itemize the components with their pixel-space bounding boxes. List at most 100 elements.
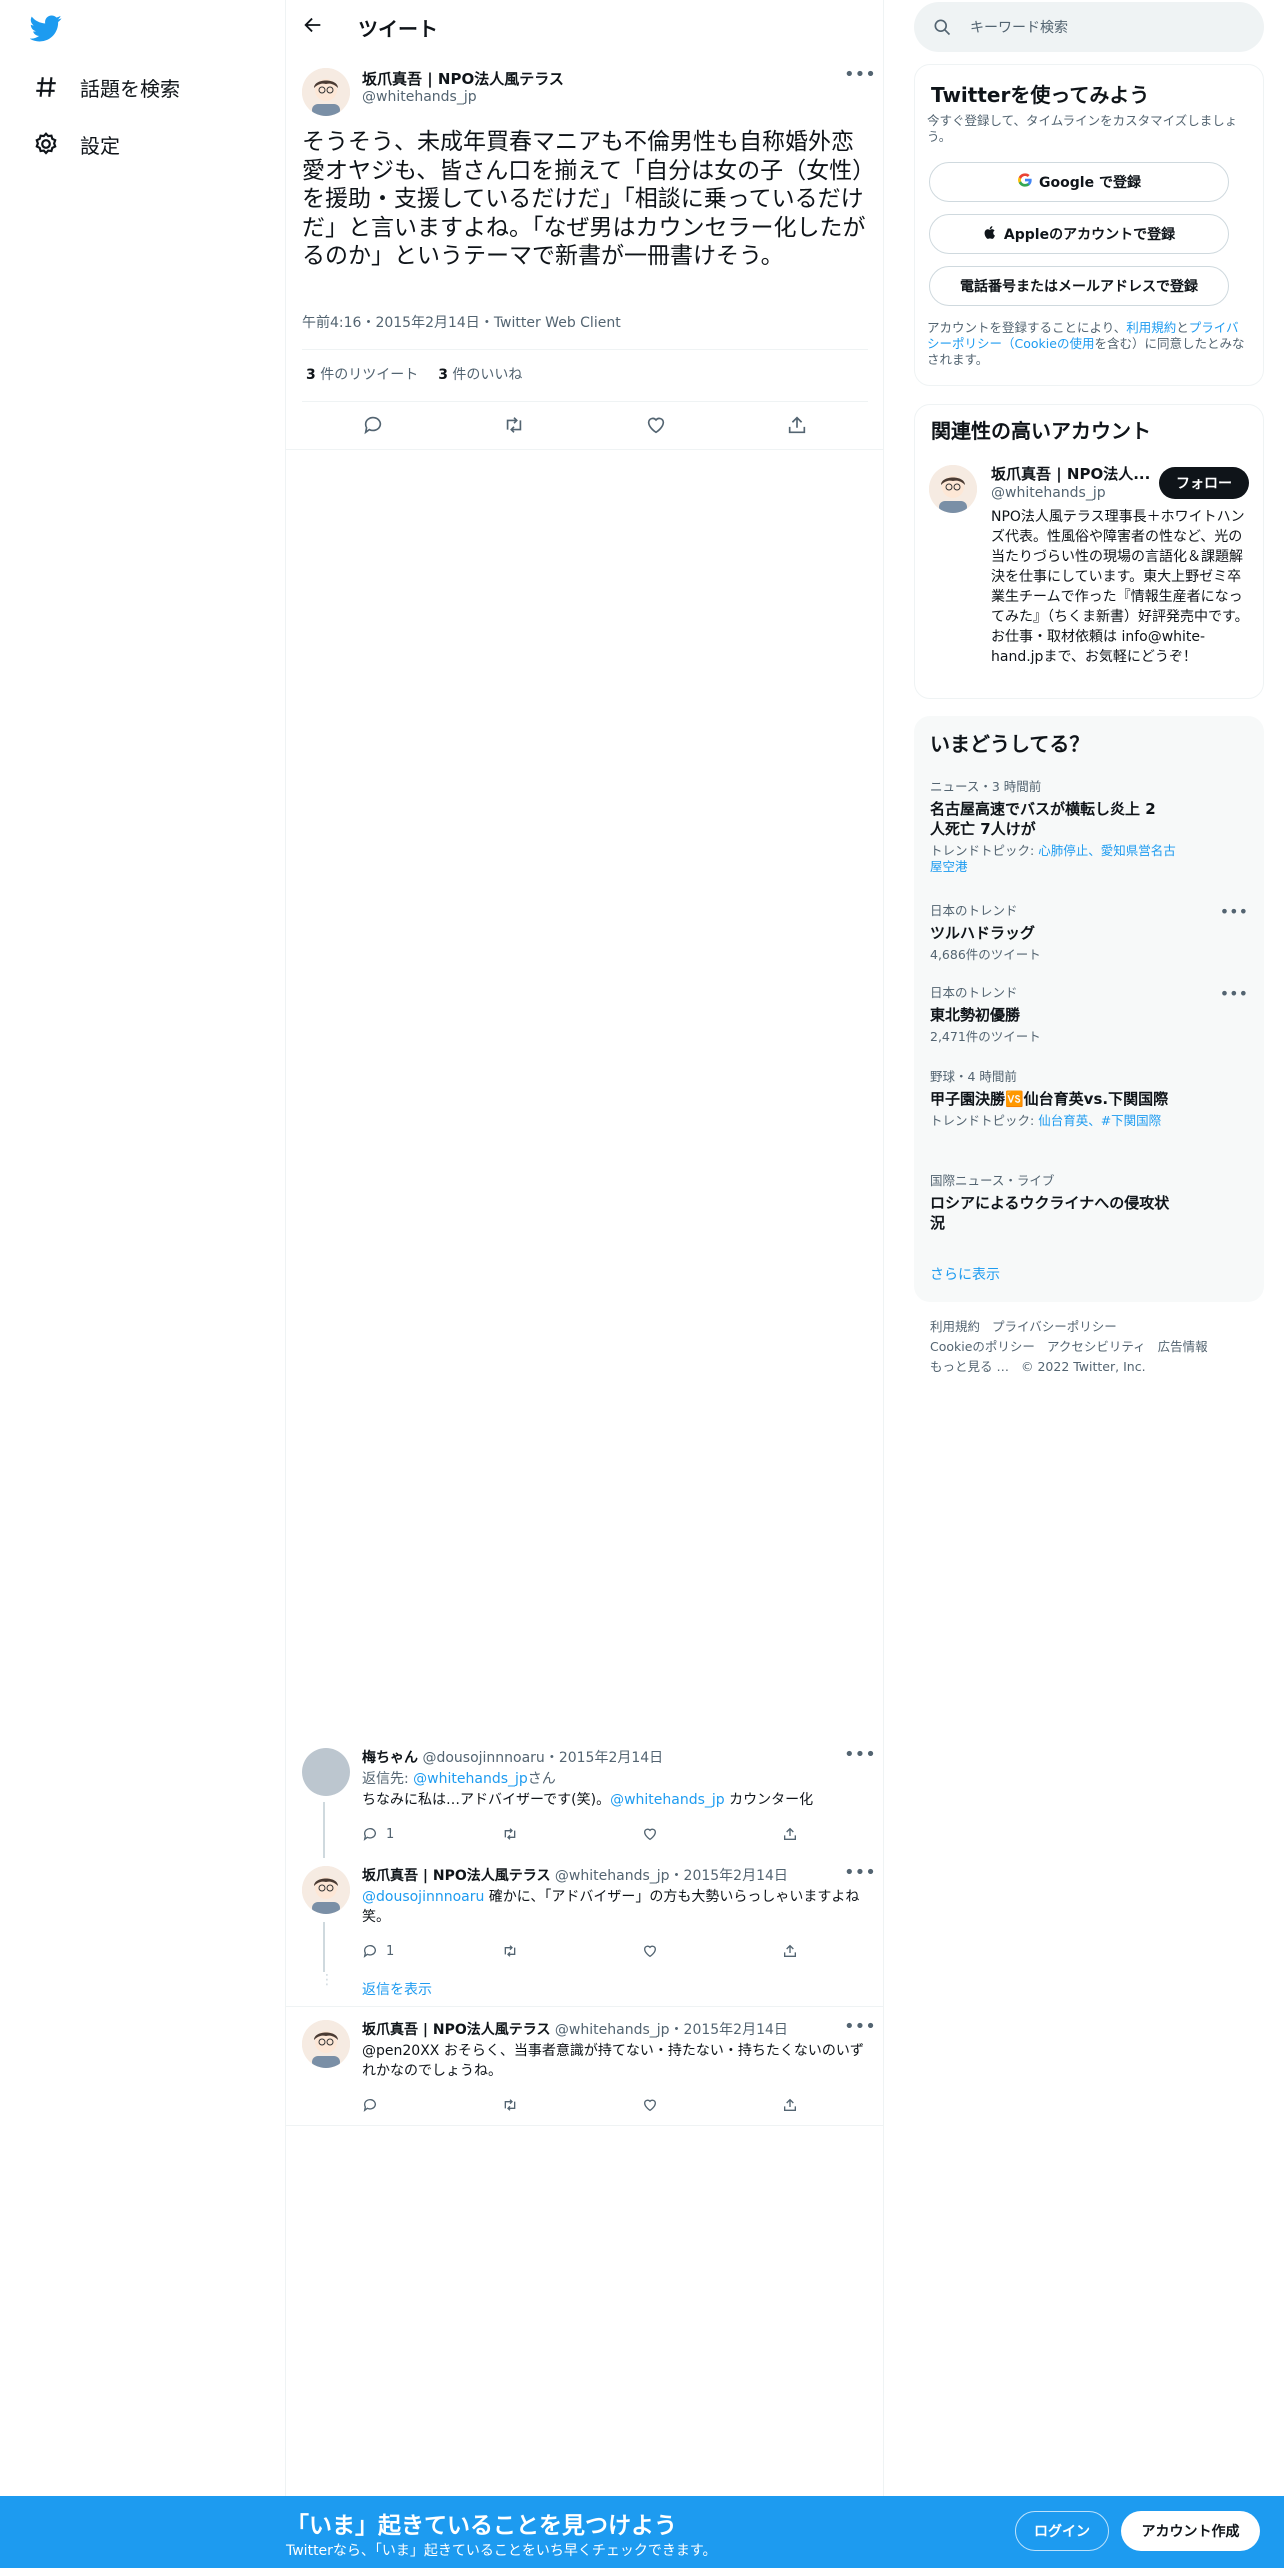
cookie-link[interactable]: （Cookieの使用	[1002, 336, 1094, 351]
tweet-date[interactable]: 2015年2月14日	[375, 315, 479, 331]
footer-more[interactable]: もっと見る …	[930, 1359, 1009, 1374]
bottom-bar-title: 「いま」起きていることを見つけよう	[286, 2513, 677, 2539]
terms-link[interactable]: 利用規約	[1126, 320, 1176, 335]
reply-author-handle[interactable]: @whitehands_jp	[555, 2022, 670, 2038]
avatar[interactable]	[929, 465, 977, 513]
retweet-icon[interactable]	[502, 1939, 582, 1963]
nav-settings[interactable]: 設定	[30, 124, 120, 164]
avatar[interactable]	[302, 68, 350, 116]
more-icon[interactable]: •••	[844, 2018, 876, 2042]
more-icon[interactable]: •••	[844, 1746, 876, 1770]
share-icon[interactable]	[782, 2093, 802, 2117]
reply-author-name[interactable]: 梅ちゃん	[362, 1750, 418, 1766]
divider	[286, 449, 884, 450]
login-button[interactable]: ログイン	[1015, 2511, 1109, 2551]
show-more-link[interactable]: さらに表示	[930, 1264, 1000, 1284]
follow-button[interactable]: フォロー	[1159, 467, 1249, 499]
reply-to-mention[interactable]: @whitehands_jp	[413, 1771, 528, 1787]
google-icon	[1017, 172, 1033, 192]
apple-signup-button[interactable]: Appleのアカウントで登録	[929, 214, 1229, 254]
more-icon[interactable]: •••	[844, 1864, 876, 1888]
retweet-icon[interactable]	[502, 2093, 582, 2117]
back-arrow-icon[interactable]	[302, 14, 326, 38]
reply-date[interactable]: 2015年2月14日	[684, 1868, 788, 1884]
share-icon[interactable]	[782, 1939, 802, 1963]
like-stat[interactable]: 3 件のいいね	[438, 364, 522, 384]
like-icon[interactable]	[642, 1822, 722, 1846]
tweet-author-handle[interactable]: @whitehands_jp	[362, 89, 477, 105]
show-replies-link[interactable]: 返信を表示	[362, 1979, 432, 1999]
signup-button[interactable]: アカウント作成	[1121, 2511, 1260, 2551]
phone-signup-button[interactable]: 電話番号またはメールアドレスで登録	[929, 266, 1229, 306]
main-column: ツイート 坂爪真吾 | NPO法人風テラス @whitehands_jp •••…	[286, 0, 884, 2496]
like-icon[interactable]	[642, 2093, 722, 2117]
trend-item[interactable]: 日本のトレンド ツルハドラッグ 4,686件のツイート •••	[930, 900, 1250, 963]
reply-header: 坂爪真吾 | NPO法人風テラス @whitehands_jp・2015年2月1…	[362, 2022, 788, 2038]
page-header: ツイート	[286, 0, 884, 53]
footer-ads[interactable]: 広告情報	[1158, 1339, 1208, 1354]
hashtag-icon	[30, 71, 62, 103]
reply-button[interactable]: 1	[362, 1939, 442, 1963]
footer-cookie[interactable]: Cookieのポリシー	[930, 1339, 1035, 1354]
trend-item[interactable]: 日本のトレンド 東北勢初優勝 2,471件のツイート •••	[930, 982, 1250, 1045]
thread-dots: ⋮	[320, 1972, 334, 1988]
trend-item[interactable]: 野球・4 時間前 甲子園決勝🆚仙台育英vs.下関国際 トレンドトピック: 仙台育…	[930, 1066, 1250, 1129]
google-signup-button[interactable]: Google で登録	[929, 162, 1229, 202]
share-icon[interactable]	[784, 412, 810, 438]
gear-icon	[30, 128, 62, 160]
share-icon[interactable]	[782, 1822, 802, 1846]
nav-explore-label: 話題を検索	[80, 76, 180, 101]
avatar[interactable]	[302, 1748, 350, 1796]
footer-accessibility[interactable]: アクセシビリティ	[1047, 1339, 1146, 1354]
reply-author-handle[interactable]: @whitehands_jp	[555, 1868, 670, 1884]
avatar[interactable]	[302, 1866, 350, 1914]
footer-privacy[interactable]: プライバシーポリシー	[992, 1319, 1117, 1334]
twitter-logo-icon[interactable]	[29, 12, 66, 48]
footer-terms[interactable]: 利用規約	[930, 1319, 980, 1334]
tweet-client[interactable]: Twitter Web Client	[494, 315, 621, 331]
signup-legal-text: アカウントを登録することにより、利用規約とプライバシーポリシー（Cookieの使…	[927, 320, 1245, 367]
tweet-meta: 午前4:16・2015年2月14日・Twitter Web Client	[302, 315, 621, 331]
more-icon[interactable]: •••	[1220, 984, 1248, 1003]
signup-card-title: Twitterを使ってみよう	[931, 83, 1150, 107]
reply-button[interactable]: 1	[362, 1822, 442, 1846]
reply-date[interactable]: 2015年2月14日	[559, 1750, 663, 1766]
footer-copyright: © 2022 Twitter, Inc.	[1020, 1359, 1146, 1374]
more-icon[interactable]: •••	[1220, 902, 1248, 921]
phone-signup-label: 電話番号またはメールアドレスで登録	[960, 279, 1198, 295]
reply-button[interactable]	[362, 2093, 442, 2117]
retweet-icon[interactable]	[501, 412, 527, 438]
google-signup-label: Google で登録	[1039, 175, 1141, 191]
like-icon[interactable]	[643, 412, 669, 438]
mention-link[interactable]: @whitehands_jp	[610, 1792, 725, 1808]
search-input[interactable]: キーワード検索	[914, 2, 1264, 52]
reply-icon[interactable]	[360, 412, 386, 438]
tweet-stats: 3 件のリツイート 3 件のいいね	[306, 364, 522, 384]
tweet-time[interactable]: 午前4:16	[302, 315, 361, 331]
reply-text: @pen20XX おそらく、当事者意識が持てない・持たない・持ちたくないのいずれ…	[362, 2043, 864, 2079]
signup-card: Twitterを使ってみよう 今すぐ登録して、タイムラインをカスタマイズしましょ…	[914, 64, 1264, 386]
reply-actions: 1	[362, 1939, 802, 1963]
reply-author-name[interactable]: 坂爪真吾 | NPO法人風テラス	[362, 1868, 550, 1884]
reply-author-name[interactable]: 坂爪真吾 | NPO法人風テラス	[362, 2022, 550, 2038]
thread-line	[323, 1922, 325, 1972]
retweet-stat[interactable]: 3 件のリツイート	[306, 364, 418, 384]
trend-topics[interactable]: 仙台育英、#下関国際	[1038, 1113, 1161, 1128]
like-icon[interactable]	[642, 1939, 722, 1963]
trends-card-title: いまどうしてる？	[930, 732, 1090, 756]
avatar[interactable]	[302, 2020, 350, 2068]
related-card-title: 関連性の高いアカウント	[931, 419, 1151, 443]
trend-item[interactable]: ニュース・3 時間前 名古屋高速でバスが横転し炎上 2人死亡 7人けが トレンド…	[930, 776, 1250, 875]
related-accounts-card: 関連性の高いアカウント 坂爪真吾 | NPO法人... @whitehands_…	[914, 404, 1264, 699]
nav-explore[interactable]: 話題を検索	[30, 67, 180, 107]
more-icon[interactable]: •••	[844, 66, 876, 90]
related-account-name[interactable]: 坂爪真吾 | NPO法人...	[991, 463, 1150, 484]
related-account-handle[interactable]: @whitehands_jp	[991, 485, 1106, 501]
tweet-author-name[interactable]: 坂爪真吾 | NPO法人風テラス	[362, 68, 564, 89]
reply-author-handle[interactable]: @dousojinnnoaru	[422, 1750, 544, 1766]
mention-link[interactable]: @dousojinnnoaru	[362, 1889, 484, 1905]
reply-text: ちなみに私は…アドバイザーです(笑)。@whitehands_jp カウンター化	[362, 1792, 814, 1808]
reply-date[interactable]: 2015年2月14日	[684, 2022, 788, 2038]
retweet-icon[interactable]	[502, 1822, 582, 1846]
trend-item[interactable]: 国際ニュース・ライブ ロシアによるウクライナへの侵攻状況	[930, 1170, 1250, 1233]
